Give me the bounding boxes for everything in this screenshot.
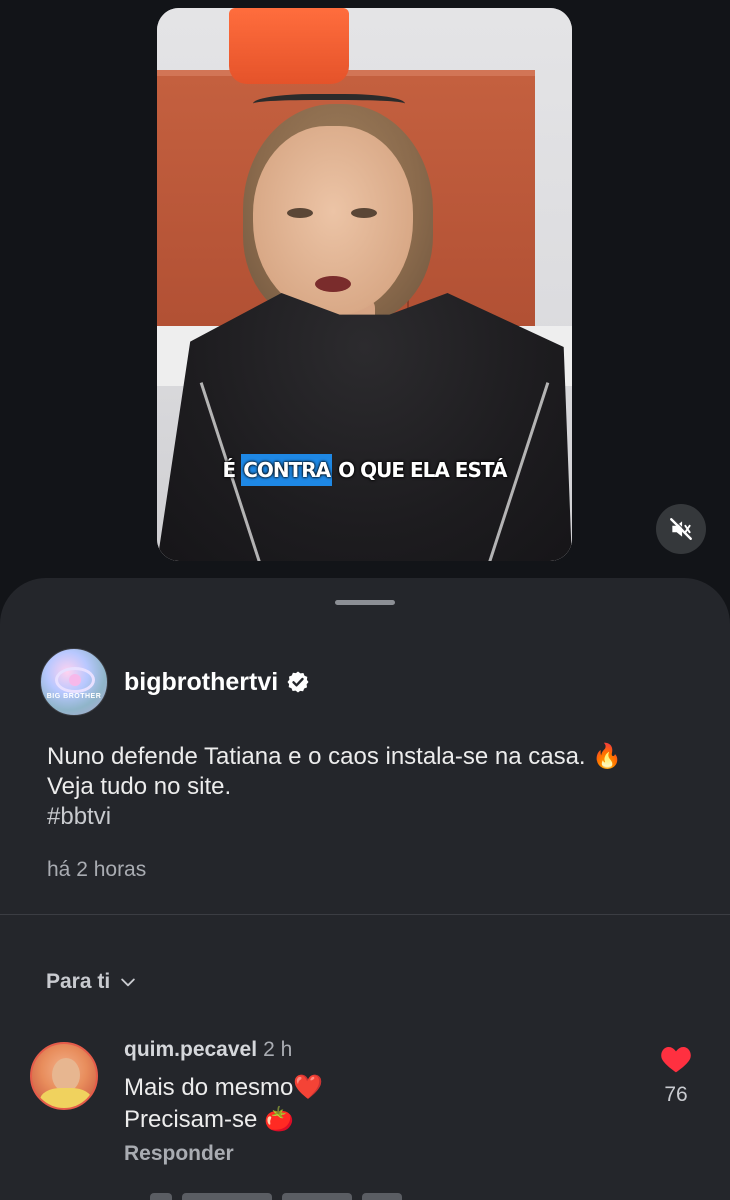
comment-text-line-2: Precisam-se 🍅	[124, 1106, 294, 1133]
subtitle-prefix: É	[222, 458, 237, 482]
comment-like-count: 76	[664, 1083, 688, 1106]
video-player[interactable]: É CONTRA O QUE ELA ESTÁ	[157, 8, 572, 561]
post-author-username[interactable]: bigbrothertvi	[124, 668, 278, 697]
comment-text-line-1: Mais do mesmo❤️	[124, 1074, 324, 1101]
comments-filter-dropdown[interactable]: Para ti	[46, 970, 138, 994]
big-brother-eye-logo	[55, 667, 95, 693]
comment-item: quim.pecavel 2 h Mais do mesmo❤️ Precisam…	[30, 1038, 710, 1178]
commenter-avatar[interactable]	[30, 1042, 98, 1110]
post-caption: Nuno defende Tatiana e o caos instala-se…	[47, 742, 697, 832]
avatar-logo-text: BIG BROTHER	[46, 693, 102, 700]
heart-icon[interactable]	[660, 1044, 692, 1074]
caption-hashtag[interactable]: #bbtvi	[47, 802, 697, 832]
video-sunglasses	[253, 94, 405, 118]
commenter-username[interactable]: quim.pecavel	[124, 1038, 257, 1061]
chevron-down-icon	[121, 978, 135, 987]
video-vase	[229, 8, 349, 84]
post-timestamp: há 2 horas	[47, 858, 147, 881]
post-header: BIG BROTHER bigbrothertvi	[40, 648, 310, 716]
reply-button[interactable]: Responder	[124, 1142, 234, 1166]
comment-text: Mais do mesmo❤️ Precisam-se 🍅	[124, 1072, 323, 1136]
subtitle-highlight: CONTRA	[241, 454, 333, 486]
video-area: É CONTRA O QUE ELA ESTÁ	[0, 0, 730, 600]
sheet-drag-handle[interactable]	[335, 600, 395, 605]
next-comment-preview	[150, 1190, 450, 1200]
comments-sheet: BIG BROTHER bigbrothertvi Nuno defende T…	[0, 578, 730, 1200]
subtitle-rest: O QUE ELA ESTÁ	[338, 458, 507, 482]
verified-badge-icon	[287, 671, 309, 693]
comment-time: 2 h	[263, 1038, 293, 1061]
caption-line-1: Nuno defende Tatiana e o caos instala-se…	[47, 743, 623, 770]
video-subtitle: É CONTRA O QUE ELA ESTÁ	[157, 454, 572, 486]
video-person-face	[253, 126, 413, 316]
caption-line-2: Veja tudo no site.	[47, 773, 232, 800]
video-person-jacket	[157, 293, 572, 561]
comments-filter-label: Para ti	[46, 970, 111, 993]
mute-button[interactable]	[656, 504, 706, 554]
speaker-muted-icon	[670, 517, 693, 540]
divider	[0, 914, 730, 915]
post-author-avatar[interactable]: BIG BROTHER	[40, 648, 108, 716]
comment-header: quim.pecavel 2 h	[124, 1038, 292, 1062]
comment-like: 76	[658, 1044, 694, 1107]
